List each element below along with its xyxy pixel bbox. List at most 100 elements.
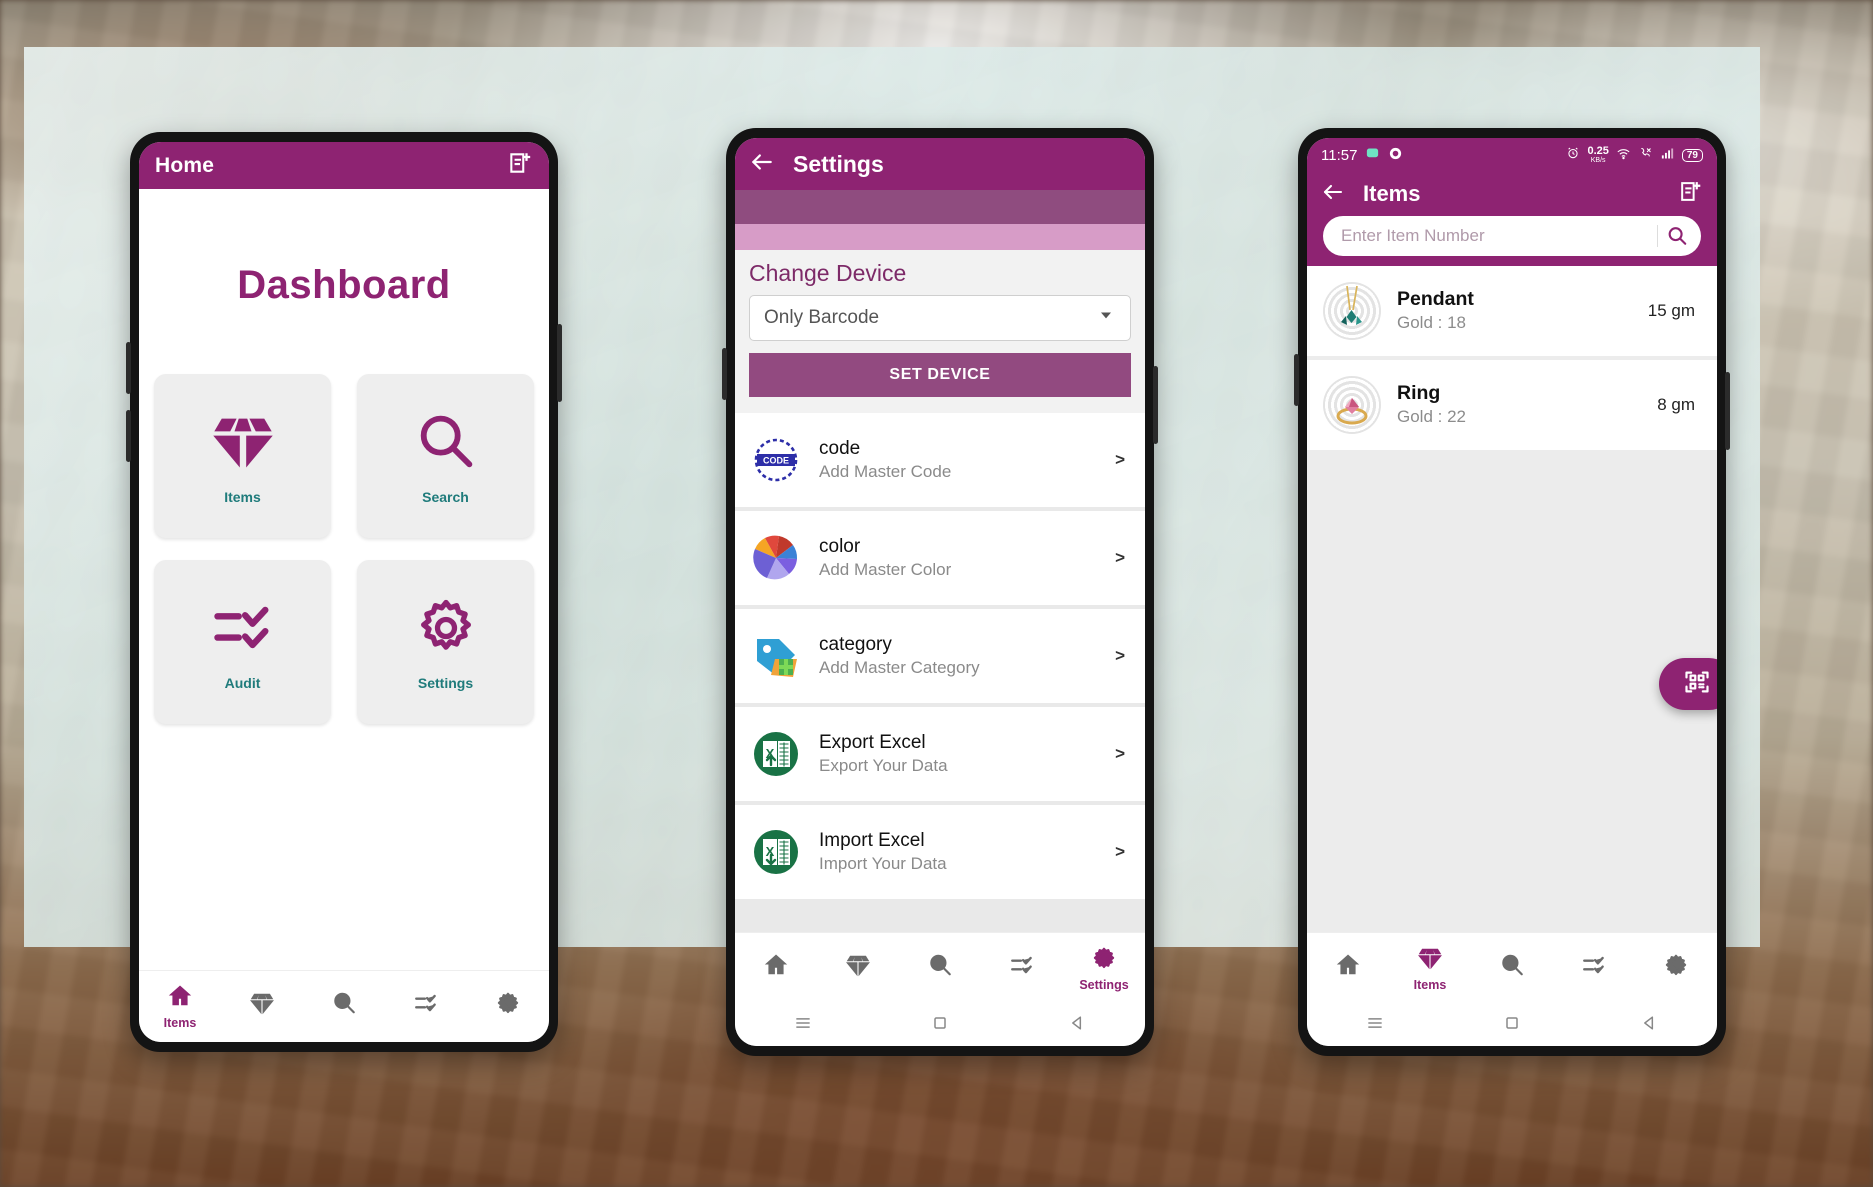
phone3-power-button [1725,372,1730,450]
menu-icon[interactable] [793,1013,813,1038]
device-select-value: Only Barcode [764,307,880,328]
device-select[interactable]: Only Barcode [749,295,1131,341]
note-add-icon[interactable] [1678,179,1703,209]
gear-icon [412,594,480,667]
nav-item-audit[interactable] [392,990,460,1023]
change-device-title: Change Device [749,260,907,286]
nav-item-settings[interactable] [474,990,542,1023]
wifi-icon [1616,146,1631,165]
settings-row-title: code [819,438,861,460]
nav-item-items-label: Items [1413,978,1447,992]
phone3-android-softkeys [1307,1004,1717,1046]
tile-search[interactable]: Search [357,374,534,538]
gear-icon [495,990,521,1021]
diamond-icon [845,952,871,983]
phone1-volume-button [126,342,131,394]
search-bar[interactable] [1323,216,1701,256]
menu-icon[interactable] [1365,1013,1385,1038]
nav-item-search[interactable] [1478,952,1546,985]
nav-item-home[interactable] [1314,952,1382,985]
item-weight: 8 gm [1657,395,1695,414]
search-icon [412,408,480,481]
phone-1-dashboard: Home Dashboard Items Search Audit Settin… [126,132,562,1052]
nav-item-audit[interactable] [1560,952,1628,985]
phone1-volume-button-2 [126,410,131,462]
item-name: Pendant [1397,287,1474,310]
nav-item-diamond[interactable] [824,952,892,985]
item-detail: Gold : 22 [1397,407,1466,427]
nav-item-audit[interactable] [988,952,1056,985]
nav-item-search[interactable] [906,952,974,985]
search-input[interactable] [1341,226,1657,246]
phone-3-items: 11:57 0.25 KB/s 79 Items Enter Item Numb… [1294,128,1730,1056]
settings-row-import-excel[interactable]: X Import Excel Import Your Data > [735,805,1145,899]
settings-row-subtitle: Export Your Data [819,755,948,775]
page-title: Settings [793,150,884,177]
back-triangle-icon[interactable] [1067,1013,1087,1038]
settings-row-subtitle: Add Master Category [819,657,980,677]
search-icon[interactable] [1657,225,1695,247]
nav-item-diamond[interactable] [228,990,296,1023]
nav-item-home[interactable] [742,952,810,985]
nav-item-settings[interactable] [1642,952,1710,985]
set-device-button[interactable]: SET DEVICE [749,353,1131,397]
home-icon [167,983,193,1014]
tile-audit-label: Audit [224,674,261,691]
tile-audit[interactable]: Audit [154,560,331,724]
back-arrow-icon[interactable] [749,149,775,180]
phone1-bottom-nav: Items [139,970,549,1042]
nav-item-items[interactable]: Items [1396,945,1464,992]
alarm-icon [1566,146,1580,164]
nav-item-home-label: Items [163,1016,197,1030]
home-icon [1335,952,1361,983]
diamond-icon [1417,945,1443,976]
qr-scan-fab[interactable] [1659,658,1717,710]
tile-search-label: Search [422,488,469,505]
checklist-icon [1581,952,1607,983]
settings-row-code[interactable]: CODE code Add Master Code > [735,413,1145,507]
dashboard-tile-grid: Items Search Audit Settings [154,374,534,724]
settings-list: CODE code Add Master Code > color Add Ma… [735,413,1145,932]
code-stamp-icon: CODE [749,433,803,487]
signal-icon [1660,146,1675,165]
status-time: 11:57 [1321,146,1358,164]
svg-text:CODE: CODE [763,456,789,466]
nav-item-settings-label: Settings [1079,978,1129,992]
item-row[interactable]: Ring Gold : 22 8 gm [1307,360,1717,450]
phone2-bottom-nav: Settings [735,932,1145,1004]
settings-row-export-excel[interactable]: X Export Excel Export Your Data > [735,707,1145,801]
item-detail: Gold : 18 [1397,313,1466,333]
nav-item-home[interactable]: Items [146,983,214,1030]
nav-item-settings[interactable]: Settings [1070,945,1138,992]
page-title: Items [1363,181,1421,206]
checklist-icon [413,990,439,1021]
gear-icon [1663,952,1689,983]
tile-settings[interactable]: Settings [357,560,534,724]
chevron-right-icon: > [1115,646,1125,665]
back-triangle-icon[interactable] [1639,1013,1659,1038]
checklist-icon [209,594,277,667]
settings-row-title: category [819,634,892,656]
phone2-tab-strip [735,190,1145,224]
phone3-status-bar: 11:57 0.25 KB/s 79 [1307,138,1717,172]
record-circle-icon [1388,146,1403,165]
item-row[interactable]: Pendant Gold : 18 15 gm [1307,266,1717,356]
phone2-appbar: Settings [735,138,1145,190]
qr-scan-icon [1683,668,1711,701]
settings-row-color[interactable]: color Add Master Color > [735,511,1145,605]
search-icon [331,990,357,1021]
settings-row-category[interactable]: category Add Master Category > [735,609,1145,703]
settings-row-title: color [819,536,861,558]
nav-item-search[interactable] [310,990,378,1023]
call-icon [1638,146,1653,165]
phone2-volume-button [722,348,727,400]
chevron-right-icon: > [1115,842,1125,861]
item-name: Ring [1397,381,1441,404]
tile-items[interactable]: Items [154,374,331,538]
note-add-icon[interactable] [507,150,533,181]
home-square-icon[interactable] [930,1013,950,1038]
back-arrow-icon[interactable] [1321,180,1345,209]
home-square-icon[interactable] [1502,1013,1522,1038]
phone3-bottom-nav: Items [1307,932,1717,1004]
excel-import-icon: X [749,825,803,879]
